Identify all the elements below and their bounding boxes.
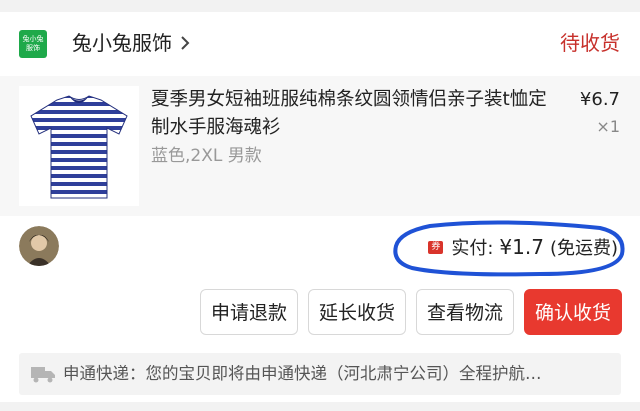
truck-icon [31,367,55,383]
tshirt-image [30,95,128,199]
shop-name[interactable]: 兔小兔服饰 [72,30,172,56]
product-price: ¥6.7 [579,89,620,110]
product-quantity: ×1 [596,117,620,136]
order-actions: 申请退款 延长收货 查看物流 确认收货 [199,289,622,335]
avatar [19,226,59,266]
chevron-right-icon[interactable] [176,34,194,52]
shop-header[interactable]: 兔小兔 服饰 兔小兔服饰 待收货 [0,12,640,76]
order-status: 待收货 [560,31,620,55]
shop-logo-line2: 服饰 [26,44,40,52]
refund-button[interactable]: 申请退款 [199,289,298,335]
product-sku: 蓝色,2XL 男款 [151,146,262,166]
product-image[interactable] [19,86,139,206]
logistics-bar[interactable]: 申通快递：您的宝贝即将由申通快递（河北肃宁公司）全程护航… [19,353,621,395]
view-logistics-button[interactable]: 查看物流 [415,289,514,335]
order-card: 兔小兔 服饰 兔小兔服饰 待收货 夏季男女短袖班服纯棉条纹圆领情侣亲子装t恤定制… [0,12,640,402]
confirm-receipt-button[interactable]: 确认收货 [523,289,622,335]
product-title[interactable]: 夏季男女短袖班服纯棉条纹圆领情侣亲子装t恤定制水手服海魂衫 [151,86,551,142]
logistics-text[interactable]: 申通快递：您的宝贝即将由申通快递（河北肃宁公司）全程护航… [63,362,613,386]
extend-receipt-button[interactable]: 延长收货 [307,289,406,335]
product-item[interactable]: 夏季男女短袖班服纯棉条纹圆领情侣亲子装t恤定制水手服海魂衫 蓝色,2XL 男款 … [0,76,640,216]
shop-logo: 兔小兔 服饰 [19,30,47,58]
annotation-circle [393,220,625,277]
shop-logo-line1: 兔小兔 [22,35,44,43]
